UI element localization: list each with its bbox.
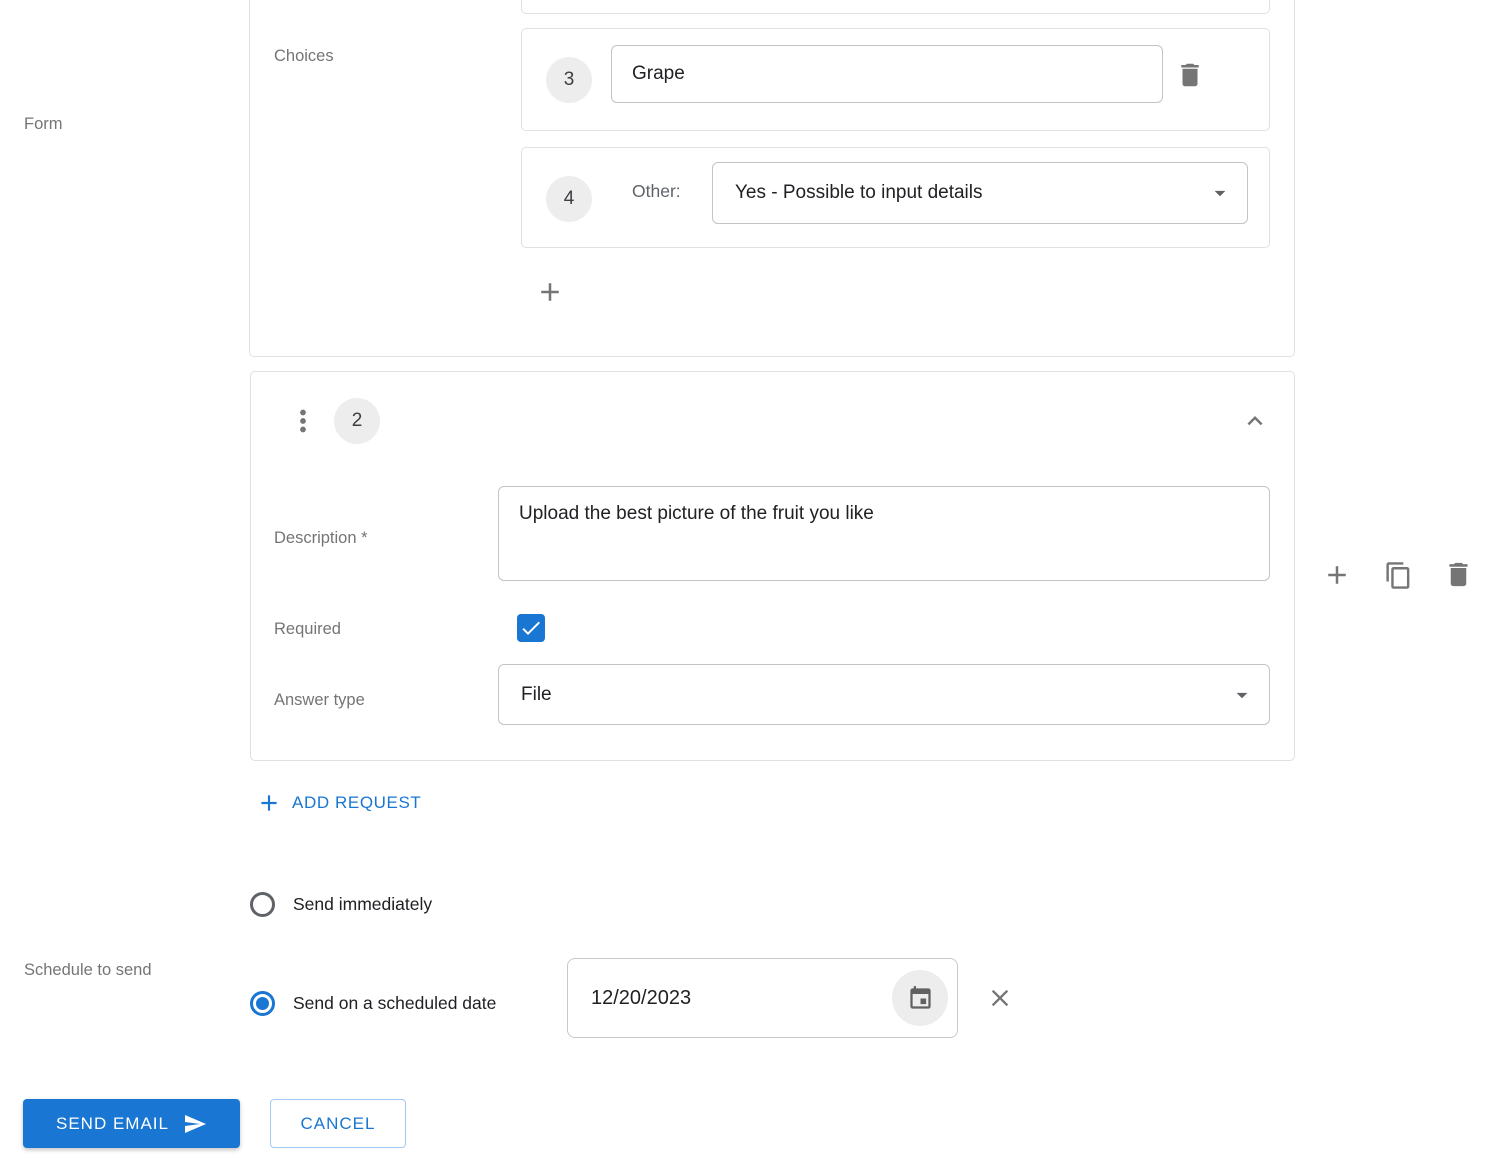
required-label: Required [274, 620, 341, 638]
other-option-value: Yes - Possible to input details [735, 182, 983, 203]
other-label: Other: [632, 181, 681, 201]
answer-type-value: File [521, 683, 552, 705]
plus-icon [256, 790, 282, 816]
add-request-label: ADD REQUEST [292, 793, 422, 812]
description-textarea[interactable]: Upload the best picture of the fruit you… [498, 486, 1270, 581]
open-calendar-button[interactable] [892, 970, 948, 1026]
choice-item-3: 3 [521, 28, 1270, 131]
caret-down-icon [1229, 682, 1255, 708]
duplicate-request-button[interactable] [1381, 558, 1415, 592]
copy-icon [1384, 561, 1413, 590]
collapse-request-button[interactable] [1237, 403, 1273, 439]
cancel-label: CANCEL [300, 1113, 376, 1133]
plus-icon [535, 277, 565, 307]
send-immediately-label: Send immediately [293, 894, 433, 914]
add-request-item-button[interactable] [1320, 558, 1354, 592]
calendar-icon [907, 985, 934, 1012]
send-icon [183, 1112, 207, 1136]
choices-card: Choices 3 4 Other: Yes - Possible to inp… [249, 0, 1295, 357]
answer-type-label: Answer type [274, 691, 365, 709]
drag-handle[interactable] [289, 400, 317, 442]
delete-choice-button[interactable] [1170, 55, 1210, 95]
choices-label: Choices [274, 47, 334, 65]
chevron-up-icon [1240, 406, 1270, 436]
x-close-icon [986, 984, 1014, 1012]
add-request-button[interactable]: ADD REQUEST [256, 790, 421, 816]
plus-icon [1322, 560, 1352, 590]
clear-date-button[interactable] [983, 981, 1017, 1015]
send-email-label: SEND EMAIL [56, 1113, 169, 1133]
answer-type-select[interactable]: File [498, 664, 1270, 725]
choice-item-4: 4 Other: Yes - Possible to input details [521, 147, 1270, 248]
checkmark-icon [519, 616, 543, 640]
form-section-label: Form [24, 115, 63, 133]
send-scheduled-radio[interactable]: Send on a scheduled date [250, 991, 496, 1016]
add-choice-button[interactable] [530, 272, 570, 312]
radio-checked-icon [250, 991, 275, 1016]
cancel-button[interactable]: CANCEL [270, 1099, 406, 1148]
send-email-button[interactable]: SEND EMAIL [23, 1099, 240, 1148]
choice-number-badge: 4 [546, 176, 592, 222]
caret-down-icon [1207, 180, 1233, 206]
request-number-badge: 2 [334, 398, 380, 444]
scheduled-date-input[interactable] [568, 986, 858, 1010]
trash-icon [1175, 60, 1205, 90]
description-label: Description * [274, 529, 368, 547]
drag-handle-icon [286, 404, 320, 438]
delete-request-button[interactable] [1441, 557, 1475, 591]
choice-text-input[interactable] [611, 45, 1163, 103]
radio-unchecked-icon [250, 892, 275, 917]
schedule-section-label: Schedule to send [24, 961, 152, 979]
required-checkbox[interactable] [517, 614, 545, 642]
request-card: 2 Description * Upload the best picture … [250, 371, 1295, 761]
other-option-select[interactable]: Yes - Possible to input details [712, 162, 1248, 224]
scheduled-date-field [567, 958, 958, 1038]
send-immediately-radio[interactable]: Send immediately [250, 892, 432, 917]
send-scheduled-label: Send on a scheduled date [293, 993, 497, 1013]
choice-number-badge: 3 [546, 57, 592, 103]
choice-item-partial [521, 0, 1270, 14]
trash-icon [1443, 559, 1474, 590]
